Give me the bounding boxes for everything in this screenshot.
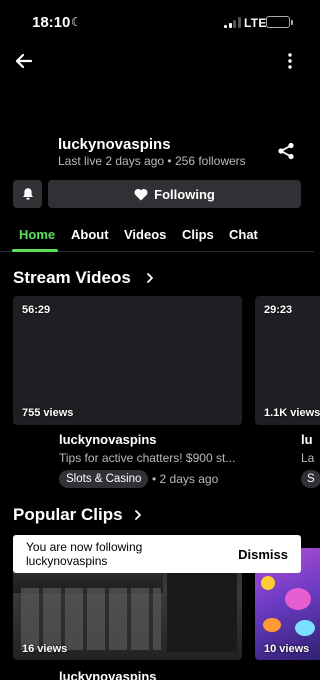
channel-name: luckynovaspins <box>58 136 171 153</box>
tab-home[interactable]: Home <box>19 227 55 242</box>
video-description[interactable]: Tips for active chatters! $900 st... <box>59 451 235 465</box>
battery-level: 41 <box>272 16 283 26</box>
bell-icon <box>22 188 33 200</box>
channel-meta: Last live 2 days ago • 256 followers <box>58 154 246 168</box>
last-live-text: Last live 2 days ago <box>58 154 165 168</box>
following-label: Following <box>154 186 215 202</box>
followers-count: 256 followers <box>174 154 246 168</box>
network-type: LTE <box>244 16 267 30</box>
popular-clips-title[interactable]: Popular Clips <box>13 505 123 525</box>
category-tag[interactable]: S <box>301 470 320 488</box>
notifications-button[interactable] <box>13 180 42 208</box>
active-tab-indicator <box>12 249 58 252</box>
stream-videos-title[interactable]: Stream Videos <box>13 268 131 288</box>
category-tag[interactable]: Slots & Casino <box>59 470 149 488</box>
status-time: 18:10 <box>32 14 71 31</box>
clip-views: 10 views <box>264 643 310 655</box>
follow-toast: You are now following luckynovaspins Dis… <box>13 535 301 573</box>
signal-icon <box>224 17 241 28</box>
video-channel-name[interactable]: luckynovaspins <box>59 432 157 447</box>
following-button[interactable]: Following <box>48 180 301 208</box>
chevron-right-icon[interactable] <box>144 272 156 284</box>
clip-views: 16 views <box>22 643 68 655</box>
video-card-thumbnail[interactable]: 56:29 755 views <box>13 296 242 425</box>
status-bar: 18:10 ☾ LTE 41 <box>0 0 314 44</box>
tab-clips[interactable]: Clips <box>182 227 214 242</box>
tab-about[interactable]: About <box>71 227 109 242</box>
share-icon[interactable] <box>276 141 296 161</box>
video-card-thumbnail[interactable]: 29:23 1.1K views <box>255 296 320 425</box>
video-duration: 56:29 <box>22 304 51 316</box>
video-description[interactable]: La <box>301 451 314 465</box>
more-options-icon[interactable] <box>282 50 298 72</box>
battery-icon: 41 <box>266 16 293 28</box>
dismiss-button[interactable]: Dismiss <box>238 547 288 562</box>
chevron-right-icon[interactable] <box>132 509 144 521</box>
back-arrow-icon[interactable] <box>12 50 36 72</box>
moon-icon: ☾ <box>71 15 82 29</box>
tab-videos[interactable]: Videos <box>124 227 166 242</box>
video-duration: 29:23 <box>264 304 293 316</box>
tab-chat[interactable]: Chat <box>229 227 258 242</box>
video-views: 1.1K views <box>264 407 320 419</box>
heart-icon <box>134 188 148 200</box>
video-date: • 2 days ago <box>152 472 219 486</box>
toast-message: You are now following luckynovaspins <box>26 540 143 568</box>
video-views: 755 views <box>22 407 74 419</box>
channel-tabs: Home About Videos Clips Chat <box>0 224 314 252</box>
clip-channel-name[interactable]: luckynovaspins <box>59 669 157 680</box>
video-channel-name[interactable]: lu <box>301 432 313 447</box>
